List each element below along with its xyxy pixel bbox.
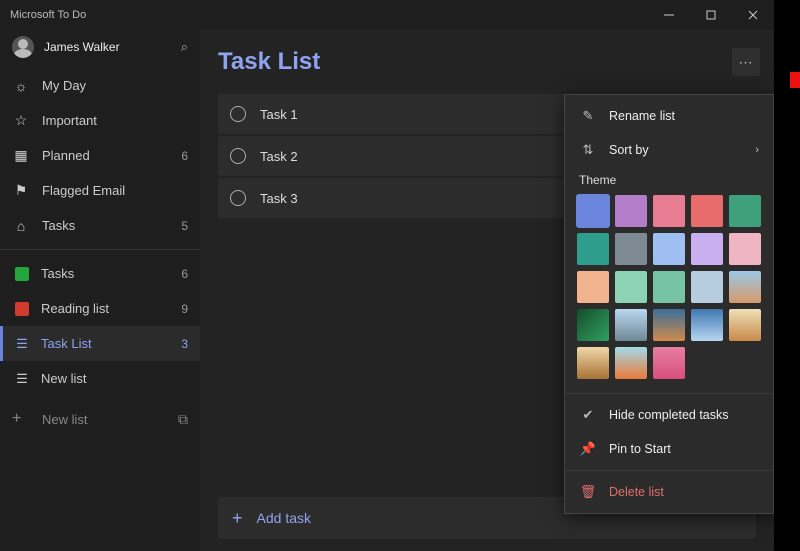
home-icon: ⌂ — [12, 218, 30, 234]
task-checkbox[interactable] — [230, 190, 246, 206]
search-icon[interactable]: ⌕ — [181, 39, 188, 55]
plus-icon: + — [12, 410, 30, 428]
theme-swatch[interactable] — [577, 347, 609, 379]
theme-swatch[interactable] — [615, 271, 647, 303]
nav-important[interactable]: ☆Important — [0, 103, 200, 138]
menu-divider — [565, 393, 773, 394]
list-title: Task List — [218, 48, 732, 76]
nav-tasks[interactable]: ⌂Tasks5 — [0, 208, 200, 243]
custom-lists: Tasks6 Reading list9 ☰Task List3 ☰New li… — [0, 256, 200, 396]
theme-swatch[interactable] — [615, 195, 647, 227]
list-tasks[interactable]: Tasks6 — [0, 256, 200, 291]
task-checkbox[interactable] — [230, 106, 246, 122]
theme-swatches — [565, 191, 773, 389]
theme-swatch[interactable] — [653, 233, 685, 265]
theme-swatch[interactable] — [691, 195, 723, 227]
close-button[interactable] — [732, 0, 774, 30]
new-group-icon[interactable]: ⧉ — [178, 411, 188, 428]
list-header: Task List ⋯ — [218, 30, 756, 94]
theme-swatch[interactable] — [653, 195, 685, 227]
menu-divider — [565, 470, 773, 471]
titlebar: Microsoft To Do — [0, 0, 774, 30]
annotation-arrow — [790, 64, 800, 96]
pin-icon: 📌 — [579, 441, 597, 457]
list-tasklist[interactable]: ☰Task List3 — [0, 326, 200, 361]
theme-swatch[interactable] — [577, 309, 609, 341]
list-color-icon — [15, 267, 29, 281]
check-circle-icon: ✔ — [579, 407, 597, 423]
list-icon: ☰ — [15, 371, 29, 387]
calendar-icon: ▦ — [12, 147, 30, 164]
theme-swatch[interactable] — [653, 271, 685, 303]
theme-swatch[interactable] — [577, 195, 609, 227]
theme-swatch[interactable] — [653, 309, 685, 341]
profile-row[interactable]: James Walker ⌕ — [0, 30, 200, 68]
nav-my-day[interactable]: ☼My Day — [0, 68, 200, 103]
task-checkbox[interactable] — [230, 148, 246, 164]
nav-planned[interactable]: ▦Planned6 — [0, 138, 200, 173]
theme-swatch[interactable] — [615, 347, 647, 379]
menu-sort[interactable]: ⇅Sort by› — [565, 133, 773, 167]
nav-flagged[interactable]: ⚑Flagged Email — [0, 173, 200, 208]
main-pane: Task List ⋯ Task 1 Task 2 Task 3 + Add t… — [200, 30, 774, 551]
theme-swatch[interactable] — [691, 309, 723, 341]
sidebar-divider — [0, 249, 200, 250]
menu-hide-completed[interactable]: ✔Hide completed tasks — [565, 398, 773, 432]
theme-swatch[interactable] — [729, 233, 761, 265]
theme-swatch[interactable] — [615, 309, 647, 341]
minimize-button[interactable] — [648, 0, 690, 30]
list-icon: ☰ — [15, 336, 29, 352]
more-options-button[interactable]: ⋯ — [732, 48, 760, 76]
avatar — [12, 36, 34, 58]
theme-swatch[interactable] — [691, 271, 723, 303]
app-title: Microsoft To Do — [10, 9, 86, 21]
theme-swatch[interactable] — [653, 347, 685, 379]
sort-icon: ⇅ — [579, 142, 597, 158]
menu-pin[interactable]: 📌Pin to Start — [565, 432, 773, 466]
maximize-button[interactable] — [690, 0, 732, 30]
list-reading[interactable]: Reading list9 — [0, 291, 200, 326]
list-options-menu: ✎Rename list ⇅Sort by› Theme ✔Hide compl… — [564, 94, 774, 514]
menu-rename[interactable]: ✎Rename list — [565, 99, 773, 133]
list-color-icon — [15, 302, 29, 316]
star-icon: ☆ — [12, 112, 30, 129]
theme-swatch[interactable] — [577, 271, 609, 303]
trash-icon: 🗑 — [579, 484, 597, 500]
smart-lists: ☼My Day ☆Important ▦Planned6 ⚑Flagged Em… — [0, 68, 200, 243]
theme-swatch[interactable] — [729, 271, 761, 303]
menu-delete[interactable]: 🗑Delete list — [565, 475, 773, 509]
flag-icon: ⚑ — [12, 182, 30, 199]
app-window: Microsoft To Do James Walker ⌕ ☼My Day ☆… — [0, 0, 774, 551]
theme-label: Theme — [565, 167, 773, 191]
sun-icon: ☼ — [12, 78, 30, 94]
theme-swatch[interactable] — [729, 309, 761, 341]
list-newlist[interactable]: ☰New list — [0, 361, 200, 396]
theme-swatch[interactable] — [691, 233, 723, 265]
theme-swatch[interactable] — [729, 195, 761, 227]
user-name: James Walker — [44, 40, 181, 54]
sidebar: James Walker ⌕ ☼My Day ☆Important ▦Plann… — [0, 30, 200, 551]
theme-swatch[interactable] — [577, 233, 609, 265]
pencil-icon: ✎ — [579, 108, 597, 124]
window-controls — [648, 0, 774, 30]
new-list-button[interactable]: + New list ⧉ — [0, 400, 200, 438]
theme-swatch[interactable] — [615, 233, 647, 265]
chevron-right-icon: › — [755, 144, 759, 156]
plus-icon: + — [232, 508, 243, 529]
